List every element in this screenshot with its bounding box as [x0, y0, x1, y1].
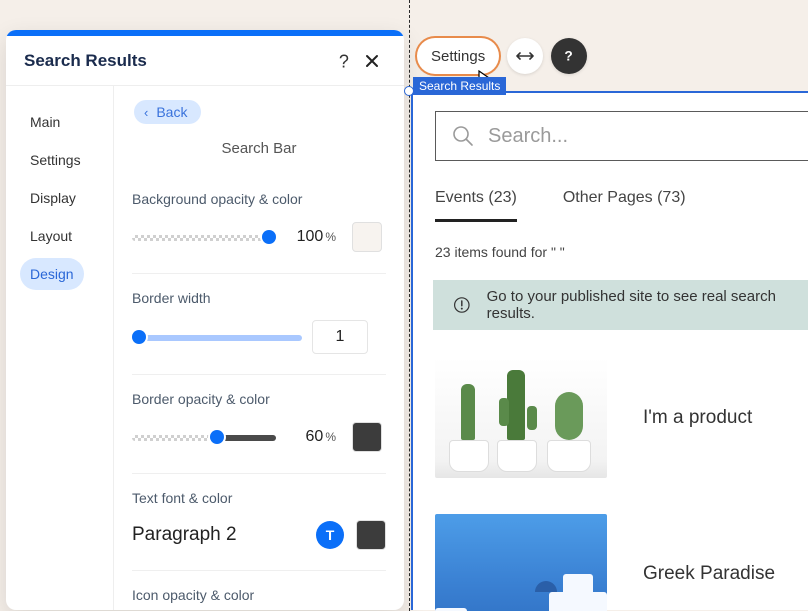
results-list: I'm a product Greek Paradise — [435, 358, 808, 611]
section-title: Search Bar — [114, 132, 404, 175]
results-count: 23 items found for " " — [435, 244, 808, 260]
control-label: Text font & color — [132, 490, 386, 506]
control-label: Border width — [132, 290, 386, 306]
panel-header: Search Results ? — [6, 36, 404, 86]
control-label: Background opacity & color — [132, 191, 386, 207]
text-color-swatch[interactable] — [356, 520, 386, 550]
help-dark-icon[interactable]: ? — [551, 38, 587, 74]
border-width-slider[interactable] — [132, 331, 302, 343]
control-label: Border opacity & color — [132, 391, 386, 407]
control-bg-opacity: Background opacity & color 100% — [132, 175, 386, 273]
result-item[interactable]: I'm a product — [435, 358, 808, 478]
close-icon[interactable] — [358, 47, 386, 75]
svg-text:?: ? — [565, 49, 573, 64]
panel-side-nav: Main Settings Display Layout Design — [6, 86, 114, 610]
border-opacity-value: 60% — [286, 421, 342, 453]
stretch-icon[interactable] — [507, 38, 543, 74]
nav-item-design[interactable]: Design — [20, 258, 84, 290]
back-label: Back — [156, 104, 187, 120]
tab-events[interactable]: Events (23) — [435, 179, 517, 222]
control-text-font: Text font & color Paragraph 2 T — [132, 473, 386, 570]
control-label: Icon opacity & color — [132, 587, 386, 603]
nav-item-settings[interactable]: Settings — [20, 144, 91, 176]
info-icon — [453, 295, 471, 315]
nav-item-main[interactable]: Main — [20, 106, 70, 138]
border-width-value[interactable]: 1 — [312, 320, 368, 354]
bg-opacity-value: 100% — [286, 221, 342, 253]
resize-handle-icon[interactable] — [404, 86, 414, 96]
notice-text: Go to your published site to see real se… — [487, 288, 788, 322]
panel-title: Search Results — [24, 51, 330, 71]
result-title: Greek Paradise — [643, 563, 775, 585]
search-icon — [452, 125, 474, 147]
border-color-swatch[interactable] — [352, 422, 382, 452]
result-item[interactable]: Greek Paradise — [435, 514, 808, 611]
nav-item-display[interactable]: Display — [20, 182, 86, 214]
font-name[interactable]: Paragraph 2 — [132, 524, 304, 546]
info-notice: Go to your published site to see real se… — [433, 280, 808, 330]
selection-badge: Search Results — [413, 77, 506, 95]
preview-widget: Search... Events (23) Other Pages (73) 2… — [411, 91, 808, 610]
tab-other-pages[interactable]: Other Pages (73) — [563, 179, 686, 222]
results-tabs: Events (23) Other Pages (73) — [435, 179, 808, 222]
bg-color-swatch[interactable] — [352, 222, 382, 252]
border-opacity-slider[interactable] — [132, 431, 276, 443]
search-input[interactable]: Search... — [435, 111, 808, 161]
svg-text:?: ? — [339, 52, 349, 70]
settings-panel: Search Results ? Main Settings Display L… — [6, 30, 404, 610]
back-button[interactable]: ‹ Back — [134, 100, 201, 124]
font-picker-icon[interactable]: T — [316, 521, 344, 549]
help-icon[interactable]: ? — [330, 47, 358, 75]
search-placeholder: Search... — [488, 125, 568, 148]
element-toolbar: Settings ? — [417, 38, 587, 74]
control-icon-opacity: Icon opacity & color 60% — [132, 570, 386, 610]
result-thumbnail — [435, 358, 607, 478]
chevron-left-icon: ‹ — [144, 105, 148, 120]
control-border-opacity: Border opacity & color 60% — [132, 374, 386, 473]
control-border-width: Border width 1 — [132, 273, 386, 374]
settings-button[interactable]: Settings — [417, 38, 499, 74]
nav-item-layout[interactable]: Layout — [20, 220, 82, 252]
result-title: I'm a product — [643, 407, 752, 429]
bg-opacity-slider[interactable] — [132, 231, 276, 243]
result-thumbnail — [435, 514, 607, 611]
